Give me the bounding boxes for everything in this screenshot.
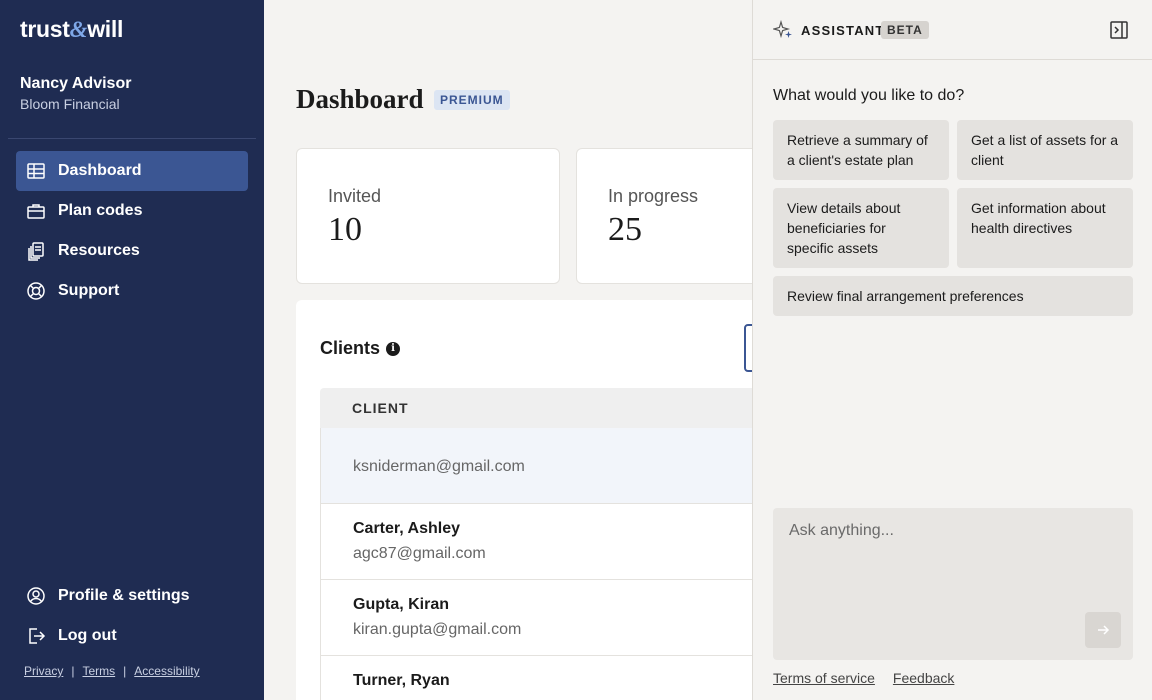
user-organization: Bloom Financial: [20, 96, 120, 112]
table-row[interactable]: Carter, Ashley agc87@gmail.com: [320, 504, 752, 580]
main-content: Dashboard PREMIUM Invited 10 In progress…: [264, 0, 752, 700]
suggestion-chip[interactable]: View details about beneficiaries for spe…: [773, 188, 949, 268]
beta-badge: BETA: [881, 21, 929, 39]
client-name: Turner, Ryan: [353, 672, 450, 689]
clients-action-button[interactable]: [744, 324, 752, 372]
sidebar-item-plan-codes[interactable]: Plan codes: [16, 191, 248, 231]
suggestion-chip[interactable]: Retrieve a summary of a client's estate …: [773, 120, 949, 180]
clients-title: Clients: [320, 338, 381, 358]
link-separator: |: [71, 664, 75, 678]
table-row[interactable]: Gupta, Kiran kiran.gupta@gmail.com: [320, 580, 752, 656]
client-name: Carter, Ashley: [353, 520, 461, 537]
logo-ampersand: &: [69, 17, 88, 42]
user-name: Nancy Advisor: [20, 75, 132, 92]
sidebar-item-label: Plan codes: [58, 202, 143, 219]
assistant-footer: Terms of service Feedback: [773, 670, 954, 686]
sidebar-footer-links: Privacy | Terms | Accessibility: [24, 664, 200, 678]
assistant-header: ASSISTANT BETA: [753, 0, 1152, 60]
stat-label: In progress: [608, 186, 699, 206]
sparkle-icon: [773, 20, 792, 39]
sidebar-item-resources[interactable]: Resources: [16, 231, 248, 271]
page-title: Dashboard: [296, 84, 424, 114]
lifebuoy-icon: [26, 281, 46, 301]
client-email: kiran.gupta@gmail.com: [353, 621, 522, 638]
assistant-title: ASSISTANT: [801, 23, 885, 38]
table-header-client[interactable]: CLIENT: [320, 388, 752, 428]
stat-card-invited[interactable]: Invited 10: [296, 148, 560, 284]
client-email: ksniderman@gmail.com: [353, 458, 525, 475]
accessibility-link[interactable]: Accessibility: [134, 664, 199, 678]
table-row[interactable]: ksniderman@gmail.com: [320, 428, 752, 504]
sidebar-divider: [8, 138, 256, 139]
table-row[interactable]: Turner, Ryan: [320, 656, 752, 700]
sidebar-item-label: Profile & settings: [58, 587, 190, 604]
sidebar-item-label: Dashboard: [58, 162, 142, 179]
terms-of-service-link[interactable]: Terms of service: [773, 670, 875, 686]
sidebar-bottom-nav: Profile & settings Log out: [16, 576, 248, 656]
privacy-link[interactable]: Privacy: [24, 664, 63, 678]
client-name: Gupta, Kiran: [353, 596, 450, 613]
suggestion-chip[interactable]: Review final arrangement preferences: [773, 276, 1133, 316]
sidebar-item-log-out[interactable]: Log out: [16, 616, 248, 656]
stat-label: Invited: [328, 186, 382, 206]
assistant-question: What would you like to do?: [773, 87, 965, 104]
logo-text-right: will: [87, 16, 124, 42]
suggestion-chip[interactable]: Get information about health directives: [957, 188, 1133, 268]
arrow-right-icon: [1098, 625, 1110, 635]
assistant-panel: ASSISTANT BETA What would you like to do…: [752, 0, 1152, 700]
stat-value: 10: [328, 211, 362, 248]
sidebar-item-label: Resources: [58, 242, 140, 259]
stat-card-in-progress[interactable]: In progress 25: [576, 148, 752, 284]
send-button[interactable]: [1085, 612, 1121, 648]
sidebar-item-label: Support: [58, 282, 120, 299]
logout-icon: [26, 626, 46, 646]
user-circle-icon: [26, 586, 46, 606]
info-icon[interactable]: i: [386, 341, 401, 356]
trust-and-will-logo[interactable]: trust&will: [20, 16, 123, 43]
clients-heading: Clients i: [320, 338, 401, 359]
link-separator: |: [123, 664, 127, 678]
documents-icon: [26, 241, 46, 261]
sidebar-nav: Dashboard Plan codes Resources Support: [16, 151, 248, 311]
sidebar-item-support[interactable]: Support: [16, 271, 248, 311]
sidebar: trust&will Nancy Advisor Bloom Financial…: [0, 0, 264, 700]
ask-input-container: [773, 508, 1133, 660]
sidebar-item-label: Log out: [58, 627, 117, 644]
feedback-link[interactable]: Feedback: [893, 670, 954, 686]
table-icon: [26, 161, 46, 181]
terms-link[interactable]: Terms: [82, 664, 115, 678]
premium-badge: PREMIUM: [434, 90, 510, 110]
logo-text-left: trust: [20, 16, 70, 42]
client-email: agc87@gmail.com: [353, 545, 486, 562]
sidebar-item-dashboard[interactable]: Dashboard: [16, 151, 248, 191]
briefcase-icon: [26, 201, 46, 221]
sidebar-item-profile-settings[interactable]: Profile & settings: [16, 576, 248, 616]
stat-value: 25: [608, 211, 642, 248]
clients-panel: Clients i CLIENT ksniderman@gmail.com Ca…: [296, 300, 752, 700]
collapse-panel-icon[interactable]: [1109, 20, 1129, 40]
suggestion-chip[interactable]: Get a list of assets for a client: [957, 120, 1133, 180]
ask-input[interactable]: [773, 508, 1133, 660]
